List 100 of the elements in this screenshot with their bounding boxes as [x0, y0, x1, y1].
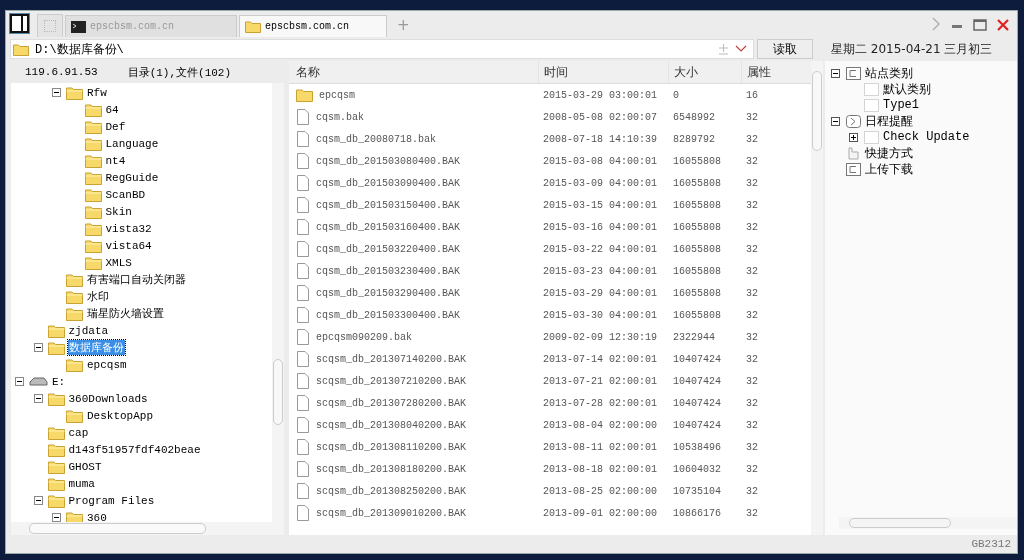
vertical-scrollbar[interactable] [272, 83, 284, 522]
file-icon [296, 109, 310, 125]
file-name[interactable]: scqsm_db_201308250200.BAK [316, 485, 467, 497]
file-name[interactable]: epcqsm090209.bak [316, 331, 412, 343]
tree-item[interactable]: DesktopApp [86, 409, 154, 422]
tree-item[interactable]: RegGuide [104, 171, 160, 184]
folder-icon [47, 476, 65, 491]
column-header[interactable]: 大小 [668, 61, 741, 83]
tree-item[interactable]: vista64 [104, 239, 153, 252]
file-name[interactable]: cqsm_db_201503090400.BAK [316, 177, 461, 189]
table-cell-text: 10604032 [672, 463, 722, 475]
file-name[interactable]: cqsm_db_201503150400.BAK [316, 199, 461, 211]
table-cell-text: 32 [745, 155, 759, 167]
table-cell-text: 32 [745, 199, 759, 211]
file-name[interactable]: cqsm_db_201503220400.BAK [316, 243, 461, 255]
horizontal-scrollbar[interactable] [839, 517, 1017, 529]
tree-item[interactable]: 日程提醒 [865, 112, 913, 130]
table-cell-text: 6548992 [672, 111, 716, 123]
table-cell-text: 32 [745, 243, 759, 255]
file-name[interactable]: cqsm.bak [316, 111, 364, 123]
collapse-toggle[interactable] [52, 513, 63, 522]
folder-icon [84, 119, 102, 134]
address-field[interactable]: D:\数据库备份\ [10, 39, 754, 59]
tree-item[interactable]: 有害端口自动关闭器 [86, 272, 187, 287]
folder-icon [66, 357, 83, 372]
tree-item[interactable]: Program Files [67, 494, 156, 507]
panel-toggle-icon[interactable] [10, 14, 29, 33]
file-name[interactable]: cqsm_db_201503290400.BAK [316, 287, 461, 299]
hand-icon [846, 146, 861, 160]
folder-icon [66, 306, 83, 321]
table-cell-text: 32 [745, 441, 759, 453]
tree-item[interactable]: 快捷方式 [865, 144, 913, 162]
file-name[interactable]: scqsm_db_201307280200.BAK [316, 397, 467, 409]
drive-icon [29, 376, 48, 387]
tree-item[interactable]: GHOST [67, 460, 103, 473]
file-icon [296, 505, 310, 521]
tree-item[interactable]: Type1 [883, 98, 919, 112]
tree-item[interactable]: XMLS [104, 256, 133, 269]
file-name[interactable]: cqsm_db_201503230400.BAK [316, 265, 461, 277]
tree-item[interactable]: 64 [104, 103, 120, 116]
maximize-icon[interactable] [973, 19, 987, 31]
table-cell-text: 16055808 [672, 155, 722, 167]
tree-item[interactable]: Rfw [86, 86, 108, 99]
file-name[interactable]: epcqsm [319, 89, 355, 101]
tree-item[interactable]: Skin [104, 205, 133, 218]
tree-item[interactable]: nt4 [104, 154, 127, 167]
close-icon[interactable] [997, 19, 1009, 31]
file-name[interactable]: cqsm_db_201503080400.BAK [316, 155, 461, 167]
tree-item[interactable]: Language [104, 137, 160, 150]
file-name[interactable]: scqsm_db_201308040200.BAK [316, 419, 467, 431]
file-name[interactable]: scqsm_db_201308110200.BAK [316, 441, 467, 453]
file-name[interactable]: scqsm_db_201307210200.BAK [316, 375, 467, 387]
file-name[interactable]: scqsm_db_201307140200.BAK [316, 353, 467, 365]
file-icon [296, 351, 310, 367]
tree-item[interactable]: Check Update [883, 130, 970, 144]
tree-item[interactable]: 瑞星防火墙设置 [86, 306, 165, 321]
column-header[interactable]: 名称 [289, 61, 538, 83]
tree-item[interactable]: 站点类别 [865, 64, 913, 82]
tree-item[interactable]: 上传下载 [865, 160, 913, 178]
table-cell-text: 32 [745, 133, 759, 145]
collapse-toggle[interactable] [33, 496, 45, 505]
tab[interactable]: epscbsm.com.cn [239, 15, 387, 37]
file-name[interactable]: scqsm_db_201308180200.BAK [316, 463, 467, 475]
folder-icon [47, 425, 65, 440]
tree-item[interactable]: cap [67, 426, 90, 439]
frame-icon [846, 66, 861, 80]
column-header[interactable]: 时间 [538, 61, 668, 83]
table-cell-text: 2013-09-01 02:00:00 [542, 507, 659, 519]
horizontal-scrollbar[interactable] [11, 522, 284, 535]
tree-item[interactable]: Def [104, 120, 127, 133]
tree-item[interactable]: vista32 [104, 222, 153, 235]
tree-item[interactable]: 360 [86, 511, 108, 522]
file-name[interactable]: scqsm_db_201309010200.BAK [316, 507, 467, 519]
collapse-toggle[interactable] [15, 377, 26, 386]
tree-item[interactable]: E: [51, 375, 67, 388]
tree-item[interactable]: zjdata [67, 324, 110, 337]
table-cell-text: 16055808 [672, 265, 722, 277]
tree-item[interactable]: 默认类别 [883, 80, 931, 98]
file-name[interactable]: cqsm_db_201503300400.BAK [316, 309, 461, 321]
dropdown-icon[interactable] [735, 45, 747, 53]
collapse-toggle[interactable] [831, 68, 842, 78]
collapse-toggle[interactable] [849, 132, 860, 142]
collapse-toggle[interactable] [52, 88, 63, 97]
tree-item[interactable]: 水印 [86, 289, 110, 304]
tree-item[interactable]: epcqsm [86, 358, 128, 371]
tree-item[interactable]: d143f51957fdf402beae [67, 443, 202, 456]
collapse-toggle[interactable] [33, 394, 45, 403]
table-cell-text: 32 [745, 485, 759, 497]
collapse-toggle[interactable] [33, 343, 45, 352]
tree-item[interactable]: ScanBD [104, 188, 147, 201]
file-name[interactable]: cqsm_db_20080718.bak [316, 133, 437, 145]
column-header[interactable]: 属性 [741, 61, 801, 83]
folder-icon [66, 272, 83, 287]
file-name[interactable]: cqsm_db_201503160400.BAK [316, 221, 461, 233]
vertical-scrollbar[interactable] [811, 61, 823, 535]
tree-item[interactable]: muma [67, 477, 96, 490]
collapse-toggle[interactable] [831, 116, 842, 126]
tree-item[interactable]: 360Downloads [67, 392, 149, 405]
table-cell-text: 2013-08-04 02:00:00 [542, 419, 659, 431]
read-button[interactable]: 读取 [757, 39, 813, 59]
